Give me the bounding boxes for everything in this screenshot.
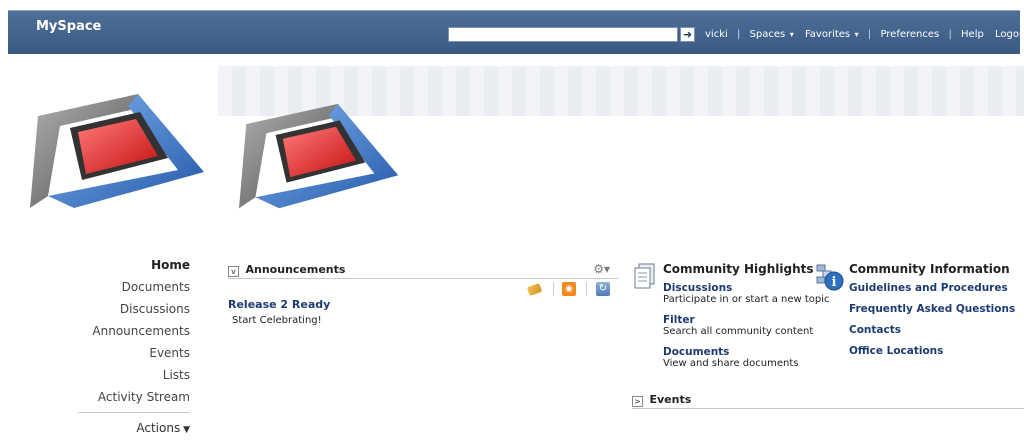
header-links: vicki | Spaces ▾ Favorites ▾ | Preferenc… [705, 29, 1024, 40]
office-locations-link[interactable]: Office Locations [849, 345, 1015, 366]
info-icon: i [816, 264, 844, 291]
community-highlights-title: Community Highlights [663, 262, 814, 276]
separator: | [867, 29, 872, 40]
discussions-link[interactable]: Discussions [663, 282, 830, 294]
announcement-text: Start Celebrating! [232, 315, 322, 326]
favorites-label: Favorites [804, 29, 851, 40]
left-nav: Home Documents Discussions Announcements… [78, 254, 190, 435]
tag-icon[interactable] [526, 283, 543, 296]
preferences-link[interactable]: Preferences [880, 29, 939, 40]
collapse-toggle-icon[interactable]: v [228, 266, 239, 277]
filter-description: Search all community content [663, 326, 814, 337]
chevron-down-icon: ▾ [852, 30, 859, 39]
faq-link[interactable]: Frequently Asked Questions [849, 303, 1015, 324]
divider [553, 282, 554, 296]
divider [586, 282, 587, 296]
events-title: Events [649, 393, 692, 406]
svg-text:i: i [832, 275, 837, 290]
nav-item-events[interactable]: Events [78, 342, 190, 364]
community-information-list: Guidelines and Procedures Frequently Ask… [849, 282, 1015, 366]
nav-item-documents[interactable]: Documents [78, 276, 190, 298]
guidelines-link[interactable]: Guidelines and Procedures [849, 282, 1015, 303]
chevron-down-icon: ▼ [180, 425, 190, 435]
list-item: Documents View and share documents [663, 346, 830, 369]
separator: | [948, 29, 952, 40]
community-information-title: Community Information [849, 262, 1010, 276]
user-link[interactable]: vicki [705, 29, 728, 40]
refresh-icon[interactable]: ↻ [596, 282, 610, 296]
rss-icon[interactable]: ◉ [562, 282, 576, 296]
nav-divider [78, 412, 190, 413]
documents-description: View and share documents [663, 358, 799, 369]
discussions-description: Participate in or start a new topic [663, 294, 830, 305]
gear-icon[interactable]: ⚙▾ [593, 262, 610, 276]
expand-toggle-icon[interactable]: > [632, 396, 643, 407]
space-logo [30, 94, 204, 208]
top-bar: MySpace ➜ vicki | Spaces ▾ Favorites ▾ |… [8, 10, 1024, 54]
favorites-menu[interactable]: Favorites ▾ [805, 29, 859, 40]
brand-title[interactable]: MySpace [36, 19, 101, 34]
announcement-title-link[interactable]: Release 2 Ready [228, 298, 330, 311]
documents-link[interactable]: Documents [663, 346, 830, 358]
nav-item-lists[interactable]: Lists [78, 364, 190, 386]
actions-menu[interactable]: Actions ▼ [78, 421, 190, 435]
document-icon [634, 263, 655, 289]
announcements-title: Announcements [245, 263, 346, 276]
actions-label: Actions [136, 421, 181, 435]
filter-link[interactable]: Filter [663, 314, 830, 326]
spaces-menu[interactable]: Spaces ▾ [750, 29, 794, 40]
search-go-button[interactable]: ➜ [680, 27, 695, 42]
nav-item-activity-stream[interactable]: Activity Stream [78, 386, 190, 408]
contacts-link[interactable]: Contacts [849, 324, 1015, 345]
nav-item-announcements[interactable]: Announcements [78, 320, 190, 342]
space-logo [238, 103, 399, 209]
help-link[interactable]: Help [961, 29, 984, 40]
list-item: Filter Search all community content [663, 314, 830, 337]
chevron-down-icon: ▾ [787, 30, 794, 39]
nav-item-discussions[interactable]: Discussions [78, 298, 190, 320]
community-highlights-list: Discussions Participate in or start a ne… [663, 282, 830, 378]
spaces-label: Spaces [749, 29, 786, 40]
announcements-header: v Announcements ⚙▾ [228, 262, 618, 279]
logout-link[interactable]: Logout [995, 29, 1024, 40]
events-header: > Events [632, 393, 1024, 409]
separator: | [736, 29, 741, 40]
list-item: Discussions Participate in or start a ne… [663, 282, 830, 305]
search-input[interactable] [448, 27, 678, 42]
nav-item-home[interactable]: Home [78, 254, 190, 276]
announcements-toolbar: ◉ ↻ [526, 282, 618, 298]
